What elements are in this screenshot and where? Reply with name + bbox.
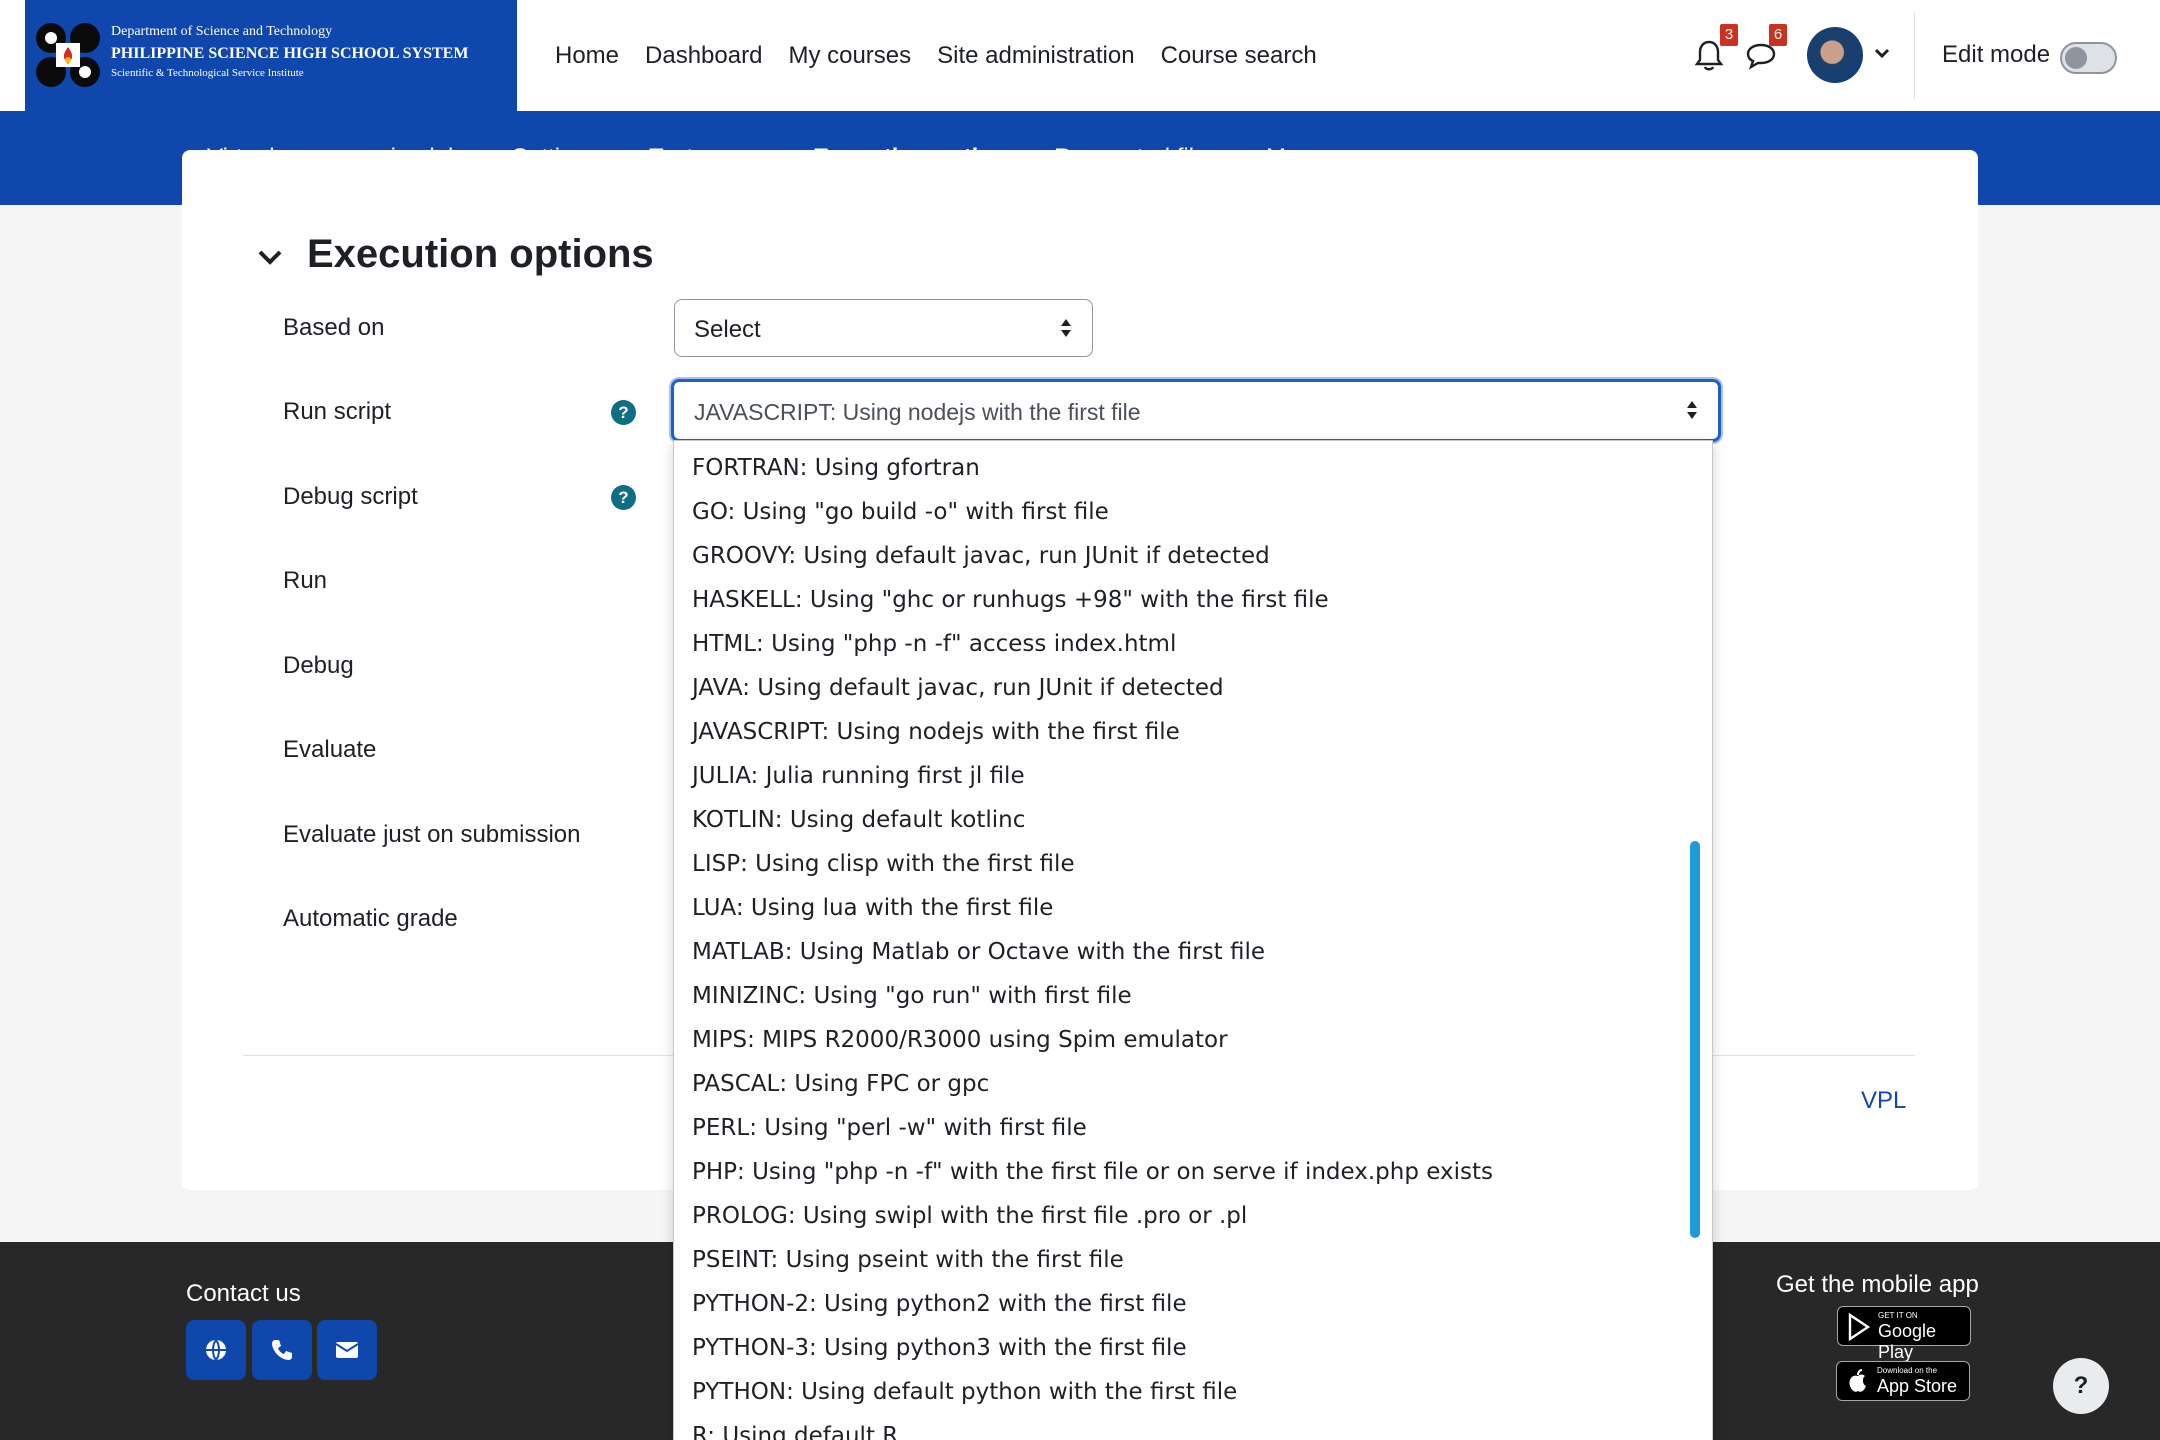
dropdown-option[interactable]: JAVA: Using default javac, run JUnit if …: [692, 675, 1224, 719]
automatic-grade-label: Automatic grade: [283, 905, 458, 932]
dropdown-option[interactable]: GROOVY: Using default javac, run JUnit i…: [692, 543, 1270, 587]
sort-arrows-icon: [1687, 401, 1697, 419]
run-script-select[interactable]: JAVASCRIPT: Using nodejs with the first …: [671, 379, 1721, 442]
based-on-value: Select: [694, 316, 761, 343]
help-button[interactable]: ?: [2053, 1358, 2109, 1414]
evaluate-label: Evaluate: [283, 736, 377, 763]
dropdown-option[interactable]: JAVASCRIPT: Using nodejs with the first …: [692, 719, 1180, 763]
based-on-label: Based on: [283, 314, 385, 341]
site-logo[interactable]: Department of Science and Technology PHI…: [25, 0, 517, 111]
dropdown-option[interactable]: GO: Using "go build -o" with first file: [692, 499, 1109, 543]
chevron-down-icon[interactable]: [256, 247, 284, 269]
globe-icon: [206, 1339, 226, 1361]
email-button[interactable]: [317, 1320, 377, 1380]
notification-count-badge: 3: [1720, 24, 1738, 46]
apple-icon: [1849, 1369, 1866, 1392]
phone-button[interactable]: [252, 1320, 312, 1380]
run-script-label: Run script: [283, 398, 392, 425]
dropdown-option[interactable]: PHP: Using "php -n -f" with the first fi…: [692, 1159, 1493, 1203]
nav-course-search[interactable]: Course search: [1148, 42, 1330, 70]
run-script-dropdown-list[interactable]: FORTRAN: Using gfortran GO: Using "go bui…: [673, 440, 1713, 1440]
user-avatar[interactable]: [1807, 27, 1863, 83]
toggle-knob: [2065, 47, 2087, 69]
dropdown-option[interactable]: R: Using default R: [692, 1423, 898, 1440]
debug-script-label: Debug script: [283, 483, 418, 510]
dropdown-option[interactable]: PYTHON-3: Using python3 with the first f…: [692, 1335, 1187, 1379]
brand-line-2: PHILIPPINE SCIENCE HIGH SCHOOL SYSTEM: [111, 45, 469, 62]
dropdown-option[interactable]: LISP: Using clisp with the first file: [692, 851, 1075, 895]
dropdown-option[interactable]: HASKELL: Using "ghc or runhugs +98" with…: [692, 587, 1329, 631]
based-on-select[interactable]: Select: [674, 299, 1093, 357]
dropdown-option[interactable]: HTML: Using "php -n -f" access index.htm…: [692, 631, 1176, 675]
dropdown-scrollbar[interactable]: [1690, 841, 1700, 1238]
debug-label: Debug: [283, 652, 354, 679]
sort-arrows-icon: [1061, 319, 1071, 337]
dropdown-option[interactable]: PYTHON: Using default python with the fi…: [692, 1379, 1237, 1423]
dropdown-option[interactable]: MIPS: MIPS R2000/R3000 using Spim emulat…: [692, 1027, 1228, 1071]
google-play-badge[interactable]: GET IT ON Google Play: [1837, 1306, 1971, 1362]
google-play-icon: [1848, 1312, 1871, 1342]
app-store-text: App Store: [1877, 1376, 1958, 1396]
pshs-logo-icon: [36, 23, 100, 87]
dropdown-option[interactable]: MINIZINC: Using "go run" with first file: [692, 983, 1132, 1027]
help-icon[interactable]: ?: [611, 485, 636, 510]
nav-home[interactable]: Home: [542, 42, 632, 70]
phone-icon: [272, 1340, 292, 1360]
messages-button[interactable]: 6: [1745, 24, 1787, 72]
evaluate-on-submission-label: Evaluate just on submission: [283, 821, 581, 848]
chevron-down-icon[interactable]: [1873, 44, 1891, 62]
google-play-text: Google Play: [1878, 1321, 1937, 1362]
brand-line-3: Scientific & Technological Service Insti…: [111, 67, 304, 79]
google-play-small-text: GET IT ON: [1878, 1311, 1918, 1320]
dropdown-option[interactable]: PASCAL: Using FPC or gpc: [692, 1071, 989, 1115]
top-navbar: Department of Science and Technology PHI…: [0, 0, 2160, 111]
edit-mode-label: Edit mode: [1942, 41, 2051, 68]
nav-dashboard[interactable]: Dashboard: [632, 42, 775, 70]
dropdown-option[interactable]: PYTHON-2: Using python2 with the first f…: [692, 1291, 1187, 1335]
dropdown-option[interactable]: MATLAB: Using Matlab or Octave with the …: [692, 939, 1265, 983]
vpl-link[interactable]: VPL: [1861, 1087, 1906, 1115]
notifications-button[interactable]: 3: [1694, 24, 1738, 72]
mobile-app-heading: Get the mobile app: [1776, 1271, 1979, 1298]
website-button[interactable]: [186, 1320, 246, 1380]
message-count-badge: 6: [1769, 24, 1787, 46]
run-label: Run: [283, 567, 328, 594]
brand-line-1: Department of Science and Technology: [111, 24, 333, 39]
dropdown-option[interactable]: PSEINT: Using pseint with the first file: [692, 1247, 1124, 1291]
dropdown-option[interactable]: JULIA: Julia running first jl file: [692, 763, 1025, 807]
navbar-divider: [1914, 12, 1915, 100]
dropdown-option[interactable]: KOTLIN: Using default kotlinc: [692, 807, 1025, 851]
run-script-value: JAVASCRIPT: Using nodejs with the first …: [694, 399, 1141, 425]
help-icon[interactable]: ?: [611, 400, 636, 425]
dropdown-option[interactable]: FORTRAN: Using gfortran: [692, 455, 980, 499]
app-store-badge[interactable]: Download on the App Store: [1836, 1361, 1970, 1401]
section-title: Execution options: [307, 232, 654, 276]
app-store-small-text: Download on the: [1877, 1366, 1938, 1375]
primary-navigation: Home Dashboard My courses Site administr…: [542, 0, 1330, 111]
nav-my-courses[interactable]: My courses: [775, 42, 924, 70]
dropdown-option[interactable]: PROLOG: Using swipl with the first file …: [692, 1203, 1247, 1247]
envelope-icon: [335, 1342, 359, 1358]
contact-us-heading: Contact us: [186, 1280, 301, 1307]
dropdown-option[interactable]: LUA: Using lua with the first file: [692, 895, 1053, 939]
nav-site-administration[interactable]: Site administration: [924, 42, 1147, 70]
edit-mode-toggle[interactable]: [2060, 42, 2117, 74]
dropdown-option[interactable]: PERL: Using "perl -w" with first file: [692, 1115, 1087, 1159]
